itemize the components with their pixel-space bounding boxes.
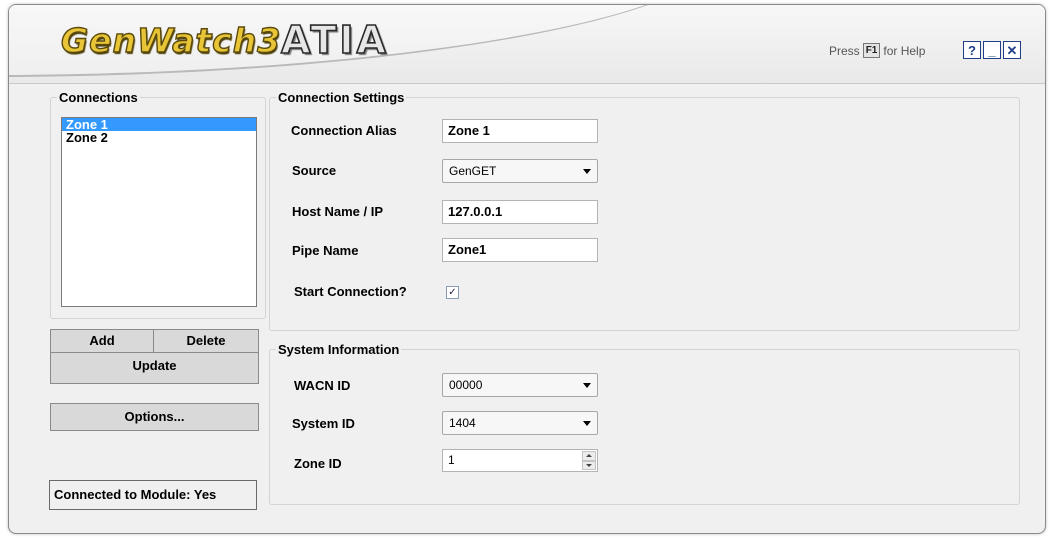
connection-alias-label: Connection Alias	[291, 123, 397, 138]
system-id-label: System ID	[292, 416, 355, 431]
delete-button[interactable]: Delete	[153, 329, 259, 353]
window-controls: ? _ ✕	[963, 41, 1021, 59]
zone-id-value: 1	[448, 453, 455, 467]
stepper-up-icon[interactable]	[582, 451, 596, 461]
zone-id-label: Zone ID	[294, 456, 342, 471]
wacn-id-dropdown[interactable]: 00000	[442, 373, 598, 397]
options-button[interactable]: Options...	[50, 403, 259, 431]
chevron-down-icon	[583, 169, 591, 174]
help-suffix-text: for Help	[883, 43, 926, 58]
list-item[interactable]: Zone 2	[62, 131, 256, 144]
header-banner: GenWatch3 ATIA Press F1 for Help ? _ ✕	[9, 5, 1045, 84]
f1-key-icon: F1	[862, 43, 881, 58]
help-press-text: Press	[829, 43, 860, 58]
atia-logo: ATIA	[280, 17, 389, 63]
source-value: GenGET	[449, 164, 497, 178]
system-id-value: 1404	[449, 416, 476, 430]
help-hint: Press F1 for Help	[829, 43, 925, 58]
host-label: Host Name / IP	[292, 204, 384, 219]
connection-settings-title: Connection Settings	[276, 90, 407, 105]
update-button[interactable]: Update	[50, 352, 259, 384]
start-connection-checkbox[interactable]: ✓	[446, 286, 459, 299]
system-id-dropdown[interactable]: 1404	[442, 411, 598, 435]
stepper-buttons	[582, 451, 596, 470]
help-button[interactable]: ?	[963, 41, 981, 59]
host-field[interactable]: 127.0.0.1	[442, 200, 598, 224]
chevron-down-icon	[583, 383, 591, 388]
add-button[interactable]: Add	[50, 329, 154, 353]
status-badge: Connected to Module: Yes	[49, 480, 257, 510]
source-label: Source	[292, 163, 337, 178]
genwatch-logo: GenWatch3	[60, 20, 282, 60]
wacn-id-label: WACN ID	[294, 378, 351, 393]
connections-listbox[interactable]: Zone 1 Zone 2	[61, 117, 257, 307]
zone-id-stepper[interactable]: 1	[442, 449, 598, 472]
system-information-title: System Information	[276, 342, 402, 357]
wacn-id-value: 00000	[449, 378, 483, 392]
source-dropdown[interactable]: GenGET	[442, 159, 598, 183]
system-information-group: System Information	[269, 342, 1020, 505]
pipe-name-field[interactable]: Zone1	[442, 238, 598, 262]
close-button[interactable]: ✕	[1003, 41, 1021, 59]
chevron-down-icon	[583, 421, 591, 426]
stepper-down-icon[interactable]	[582, 460, 596, 470]
start-connection-label: Start Connection?	[294, 284, 407, 299]
checkmark-icon: ✓	[448, 287, 457, 298]
connections-title: Connections	[57, 90, 140, 105]
connection-alias-field[interactable]: Zone 1	[442, 119, 598, 143]
pipe-name-label: Pipe Name	[292, 243, 359, 258]
minimize-button[interactable]: _	[983, 41, 1001, 59]
